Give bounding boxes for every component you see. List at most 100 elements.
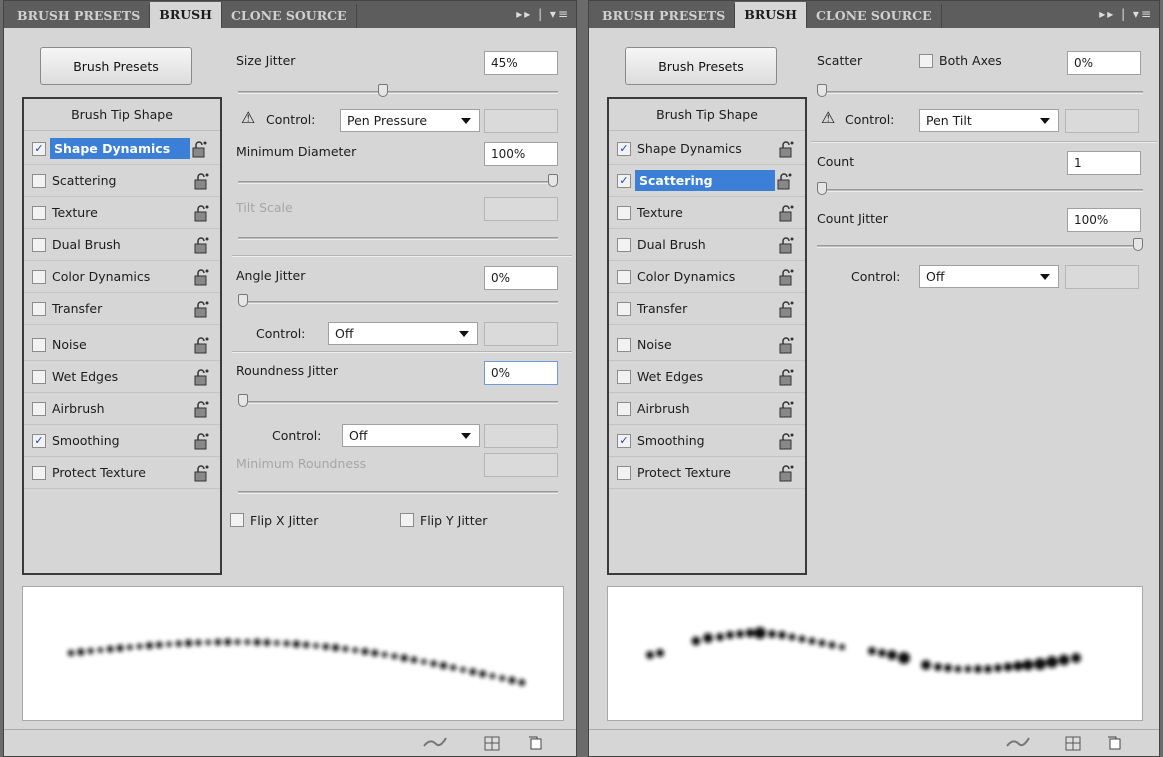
slider-thumb[interactable] xyxy=(548,174,558,187)
lock-icon[interactable] xyxy=(192,400,210,418)
option-checkbox[interactable] xyxy=(32,301,46,316)
option-row[interactable]: ✓ Smoothing xyxy=(24,425,220,457)
option-row[interactable]: Noise xyxy=(609,329,805,361)
option-checkbox[interactable]: ✓ xyxy=(32,433,46,448)
option-row[interactable]: Texture xyxy=(24,197,220,229)
tab-clone-source[interactable]: CLONE SOURCE xyxy=(222,4,357,28)
control-dropdown[interactable]: Pen Pressure xyxy=(340,109,480,132)
lock-icon[interactable] xyxy=(777,268,795,286)
option-row[interactable]: Transfer xyxy=(24,293,220,325)
lock-icon[interactable] xyxy=(192,204,210,222)
count-jitter-slider[interactable] xyxy=(817,238,1143,251)
angle-jitter-field[interactable]: 0% xyxy=(484,266,558,290)
control-dropdown[interactable]: Pen Tilt xyxy=(919,109,1059,132)
option-row[interactable]: Dual Brush xyxy=(609,229,805,261)
option-row[interactable]: ✓ Scattering xyxy=(609,165,805,197)
option-checkbox[interactable] xyxy=(32,269,46,284)
option-checkbox[interactable]: ✓ xyxy=(617,141,631,156)
toggle-live-tip-icon[interactable] xyxy=(1005,736,1033,751)
lock-icon[interactable] xyxy=(192,268,210,286)
minimum-diameter-field[interactable]: 100% xyxy=(484,142,558,166)
lock-icon[interactable] xyxy=(192,368,210,386)
option-checkbox[interactable] xyxy=(32,173,46,188)
control-dropdown[interactable]: Off xyxy=(342,424,480,447)
option-row[interactable]: Protect Texture xyxy=(24,457,220,489)
tab-clone-source[interactable]: CLONE SOURCE xyxy=(807,4,942,28)
lock-icon[interactable] xyxy=(777,464,795,482)
option-row[interactable]: Airbrush xyxy=(24,393,220,425)
option-checkbox[interactable] xyxy=(32,401,46,416)
lock-icon[interactable] xyxy=(777,140,795,158)
brush-tip-shape-item[interactable]: Brush Tip Shape xyxy=(609,99,805,131)
slider-thumb[interactable] xyxy=(377,84,388,97)
lock-icon[interactable] xyxy=(777,204,795,222)
grid-icon[interactable] xyxy=(484,736,500,751)
scatter-field[interactable]: 0% xyxy=(1067,51,1141,75)
flip-x-checkbox[interactable] xyxy=(230,513,244,527)
lock-icon[interactable] xyxy=(192,236,210,254)
flip-y-checkbox[interactable] xyxy=(400,513,414,527)
lock-icon[interactable] xyxy=(192,336,210,354)
brush-presets-button[interactable]: Brush Presets xyxy=(625,47,777,85)
toggle-live-tip-icon[interactable] xyxy=(422,736,450,751)
lock-icon[interactable] xyxy=(777,336,795,354)
tab-brush[interactable]: BRUSH xyxy=(735,2,807,28)
slider-thumb[interactable] xyxy=(238,394,248,407)
option-row[interactable]: ✓ Shape Dynamics xyxy=(609,133,805,165)
option-checkbox[interactable] xyxy=(32,205,46,220)
option-checkbox[interactable] xyxy=(617,401,631,416)
lock-icon[interactable] xyxy=(777,400,795,418)
option-checkbox[interactable]: ✓ xyxy=(32,141,46,156)
lock-icon[interactable] xyxy=(192,432,210,450)
slider-thumb[interactable] xyxy=(817,182,827,195)
option-checkbox[interactable] xyxy=(617,337,631,352)
grid-icon[interactable] xyxy=(1065,736,1081,751)
roundness-jitter-field[interactable]: 0% xyxy=(484,361,558,385)
option-row[interactable]: Wet Edges xyxy=(24,361,220,393)
lock-icon[interactable] xyxy=(777,368,795,386)
option-row[interactable]: Wet Edges xyxy=(609,361,805,393)
brush-tip-shape-item[interactable]: Brush Tip Shape xyxy=(24,99,220,131)
angle-jitter-slider[interactable] xyxy=(238,294,558,307)
option-checkbox[interactable] xyxy=(617,465,631,480)
option-checkbox[interactable] xyxy=(617,369,631,384)
option-checkbox[interactable] xyxy=(32,465,46,480)
option-checkbox[interactable] xyxy=(32,337,46,352)
lock-icon[interactable] xyxy=(192,300,210,318)
count-slider[interactable] xyxy=(817,182,1143,195)
lock-icon[interactable] xyxy=(775,172,793,190)
size-jitter-field[interactable]: 45% xyxy=(484,51,558,75)
slider-thumb[interactable] xyxy=(1133,238,1143,251)
control-dropdown[interactable]: Off xyxy=(328,322,478,345)
slider-thumb[interactable] xyxy=(817,84,827,97)
option-row[interactable]: Color Dynamics xyxy=(24,261,220,293)
control-dropdown[interactable]: Off xyxy=(919,265,1059,288)
slider-thumb[interactable] xyxy=(238,294,248,307)
lock-icon[interactable] xyxy=(192,464,210,482)
new-preset-icon[interactable] xyxy=(528,736,544,751)
option-row[interactable]: Scattering xyxy=(24,165,220,197)
option-row[interactable]: Texture xyxy=(609,197,805,229)
option-checkbox[interactable] xyxy=(617,205,631,220)
brush-presets-button[interactable]: Brush Presets xyxy=(40,47,192,85)
option-row[interactable]: Transfer xyxy=(609,293,805,325)
roundness-jitter-slider[interactable] xyxy=(238,394,558,407)
lock-icon[interactable] xyxy=(190,140,208,158)
tab-brush-presets[interactable]: BRUSH PRESETS xyxy=(593,4,736,28)
count-field[interactable]: 1 xyxy=(1067,151,1141,175)
minimum-diameter-slider[interactable] xyxy=(238,174,558,187)
option-checkbox[interactable] xyxy=(617,237,631,252)
option-checkbox[interactable]: ✓ xyxy=(617,433,631,448)
panel-menu-icon[interactable]: ▸▸ | ▾≡ xyxy=(1099,7,1153,21)
new-preset-icon[interactable] xyxy=(1107,736,1123,751)
option-row[interactable]: Noise xyxy=(24,329,220,361)
option-row[interactable]: Protect Texture xyxy=(609,457,805,489)
tab-brush-presets[interactable]: BRUSH PRESETS xyxy=(8,4,151,28)
option-checkbox[interactable] xyxy=(617,269,631,284)
lock-icon[interactable] xyxy=(777,300,795,318)
option-checkbox[interactable] xyxy=(32,369,46,384)
lock-icon[interactable] xyxy=(192,172,210,190)
option-row[interactable]: Airbrush xyxy=(609,393,805,425)
option-checkbox[interactable] xyxy=(617,301,631,316)
lock-icon[interactable] xyxy=(777,236,795,254)
